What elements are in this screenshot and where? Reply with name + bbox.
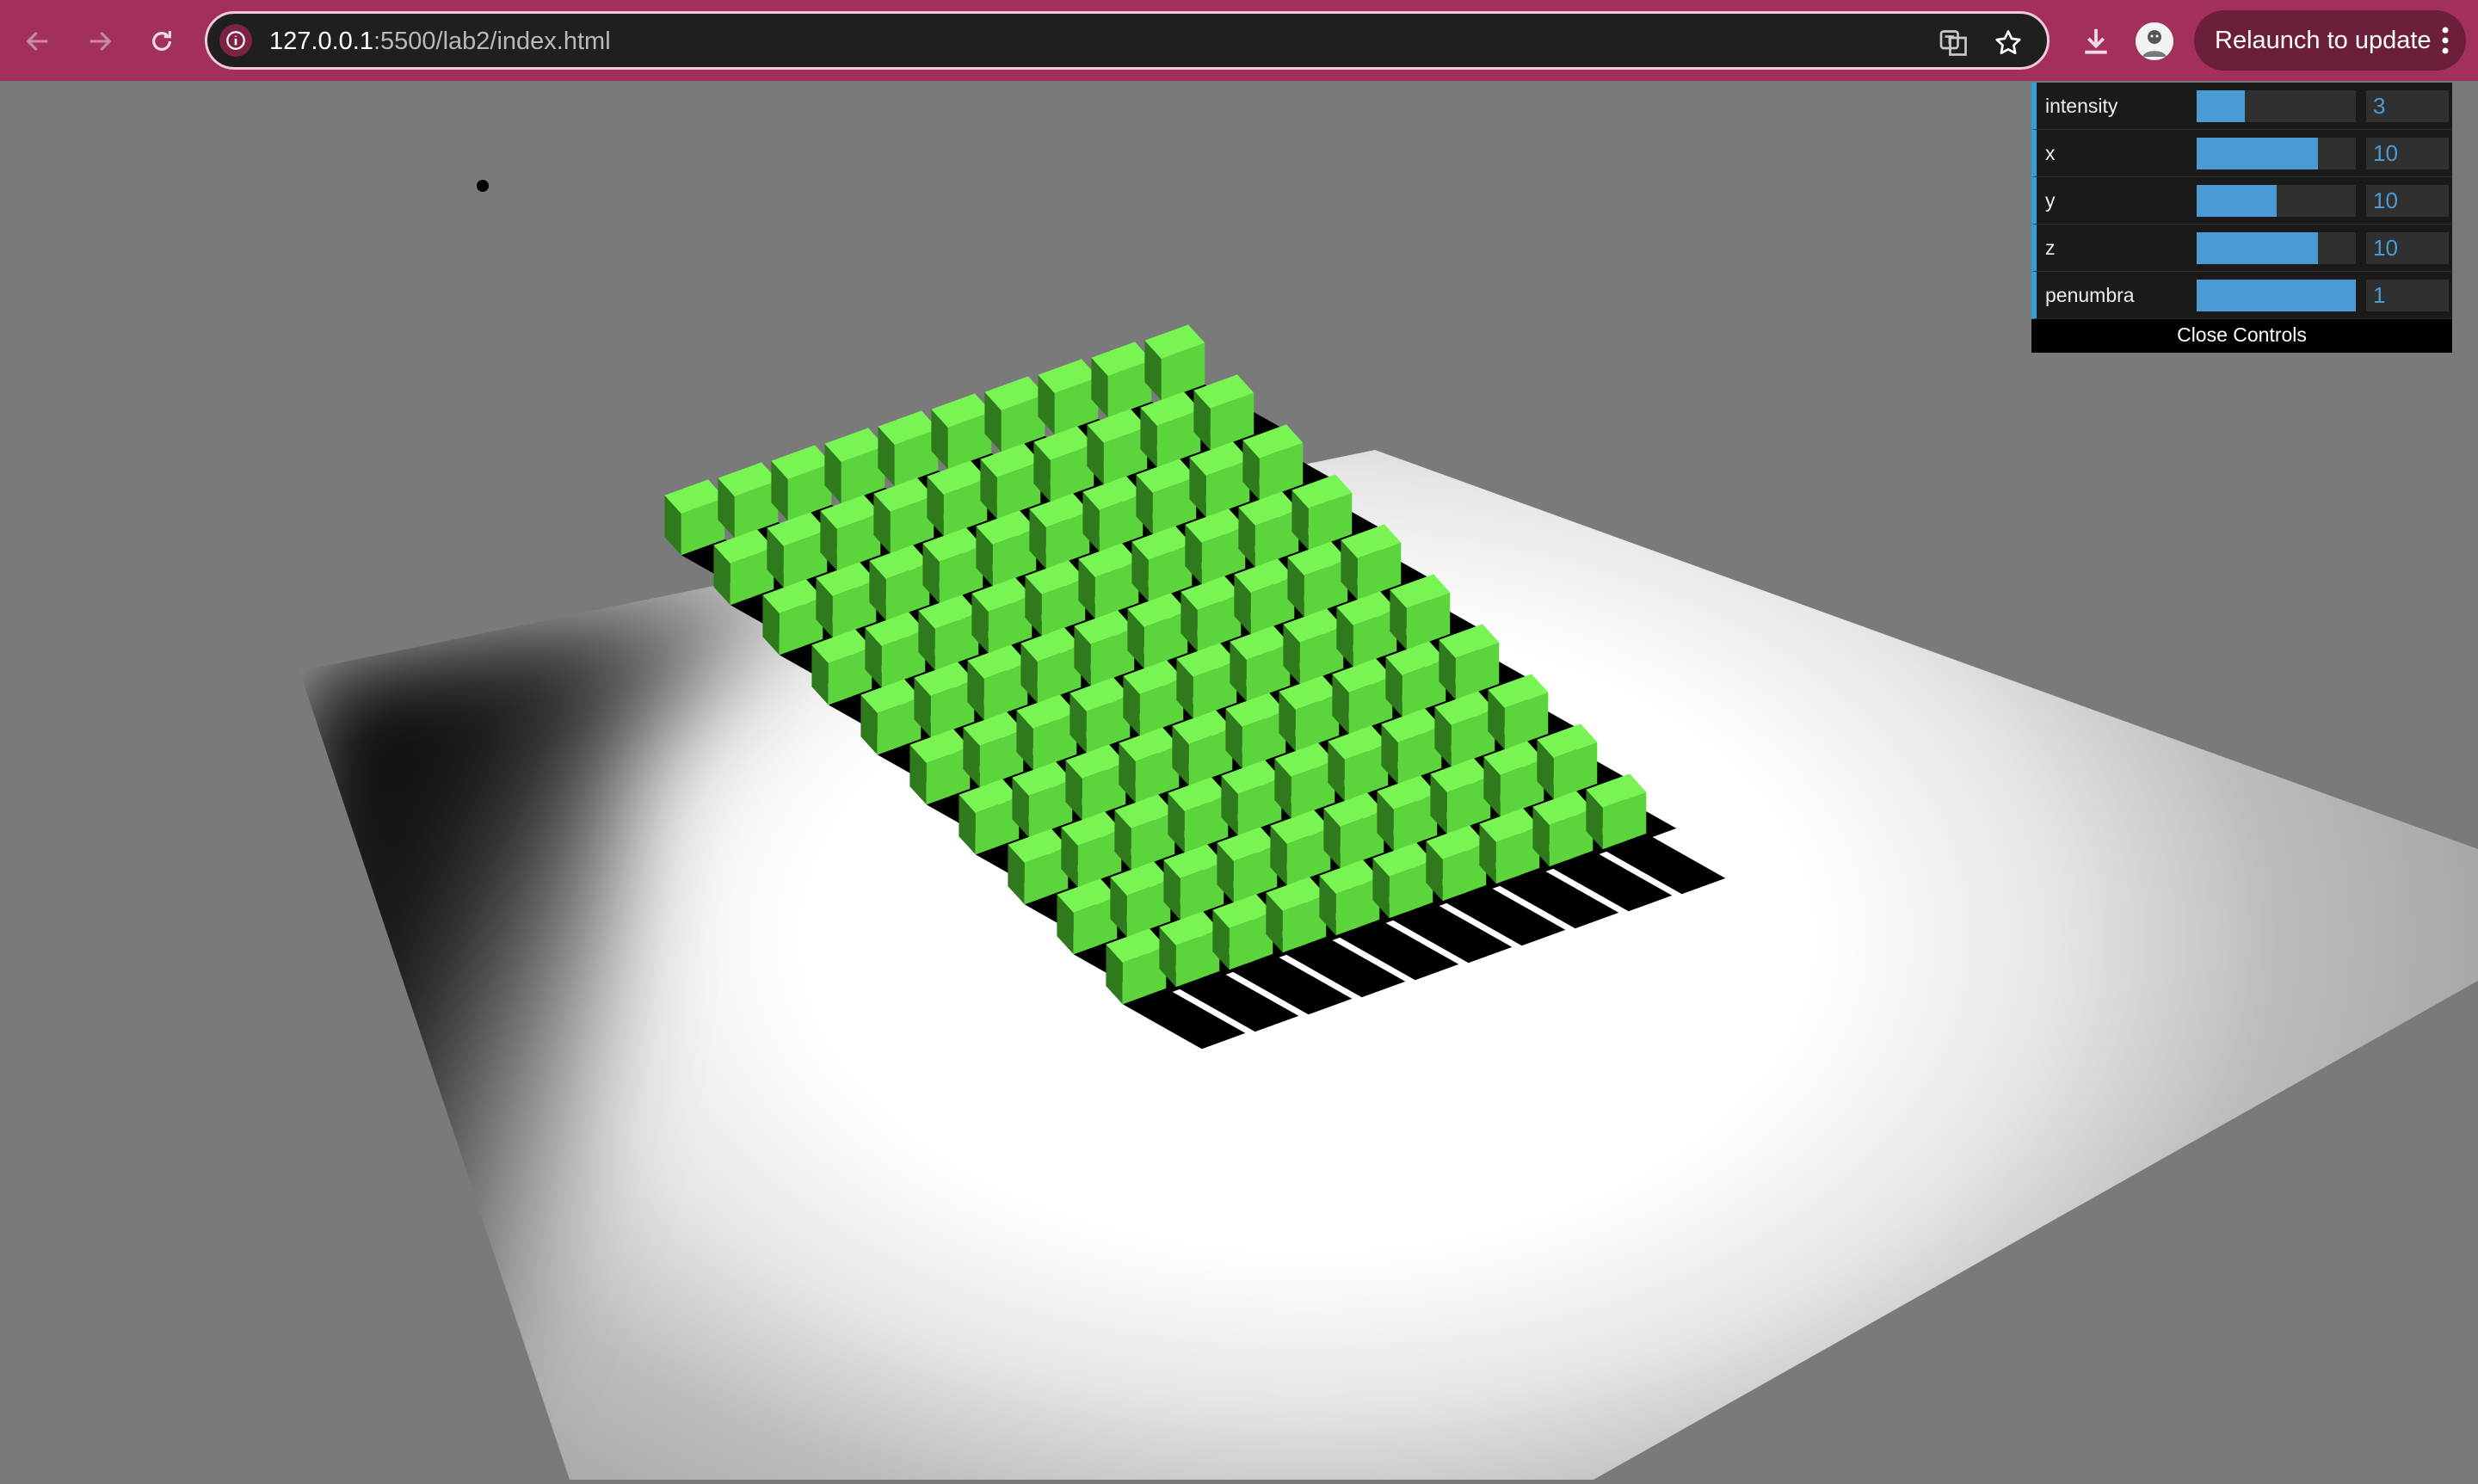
control-label-x: x [2045,142,2056,164]
control-label-z: z [2045,237,2056,259]
address-bar[interactable]: 127.0.0.1:5500/lab2/index.html [205,11,2050,70]
reload-icon [152,31,171,51]
light-marker [477,180,489,192]
z-input[interactable]: 10 [2366,232,2449,264]
control-penumbra: penumbra 1 [2031,272,2452,319]
control-z: z 10 [2031,225,2452,272]
download-button[interactable] [2075,21,2117,62]
control-y: y 10 [2031,177,2452,225]
translate-button[interactable] [1937,26,1971,60]
control-x: x 10 [2031,130,2452,177]
z-slider-fill [2197,232,2318,264]
translate-icon [1939,30,1967,56]
intensity-slider[interactable] [2197,90,2356,122]
relaunch-button[interactable]: Relaunch to update [2194,10,2466,71]
x-slider[interactable] [2197,138,2356,169]
penumbra-slider-fill [2197,280,2356,311]
z-slider[interactable] [2197,232,2356,264]
control-label-y: y [2045,189,2056,212]
bookmark-star-icon [1995,30,2021,55]
url-text[interactable]: 127.0.0.1:5500/lab2/index.html [269,26,611,57]
more-menu-icon[interactable] [2440,25,2450,56]
controls-panel: intensity 3 x 10 y 10 z 10 penumbra 1 Cl… [2031,83,2452,353]
reload-button[interactable] [141,21,182,62]
y-slider[interactable] [2197,185,2356,217]
forward-button[interactable] [79,21,120,62]
back-button[interactable] [17,21,59,62]
intensity-slider-fill [2197,90,2245,122]
control-label-intensity: intensity [2045,95,2118,117]
forward-arrow-icon [89,31,112,52]
url-host: 127.0.0.1 [269,28,373,55]
y-input[interactable]: 10 [2366,185,2449,217]
avatar-image [2136,22,2173,60]
x-slider-fill [2197,138,2318,169]
url-path: :5500/lab2/index.html [373,28,611,55]
site-info-icon [226,31,245,50]
x-input[interactable]: 10 [2366,138,2449,169]
site-info-button[interactable] [219,24,252,57]
browser-toolbar: 127.0.0.1:5500/lab2/index.html Relaunch … [0,0,2478,81]
back-arrow-icon [26,31,48,52]
relaunch-label: Relaunch to update [2215,26,2432,54]
intensity-input[interactable]: 3 [2366,90,2449,122]
profile-avatar[interactable] [2136,22,2173,60]
close-controls-button[interactable]: Close Controls [2031,319,2452,353]
control-label-penumbra: penumbra [2045,284,2135,306]
y-slider-fill [2197,185,2277,217]
bookmark-button[interactable] [1991,26,2025,60]
control-intensity: intensity 3 [2031,83,2452,130]
penumbra-input[interactable]: 1 [2366,280,2449,311]
penumbra-slider[interactable] [2197,280,2356,311]
download-icon [2085,28,2107,54]
